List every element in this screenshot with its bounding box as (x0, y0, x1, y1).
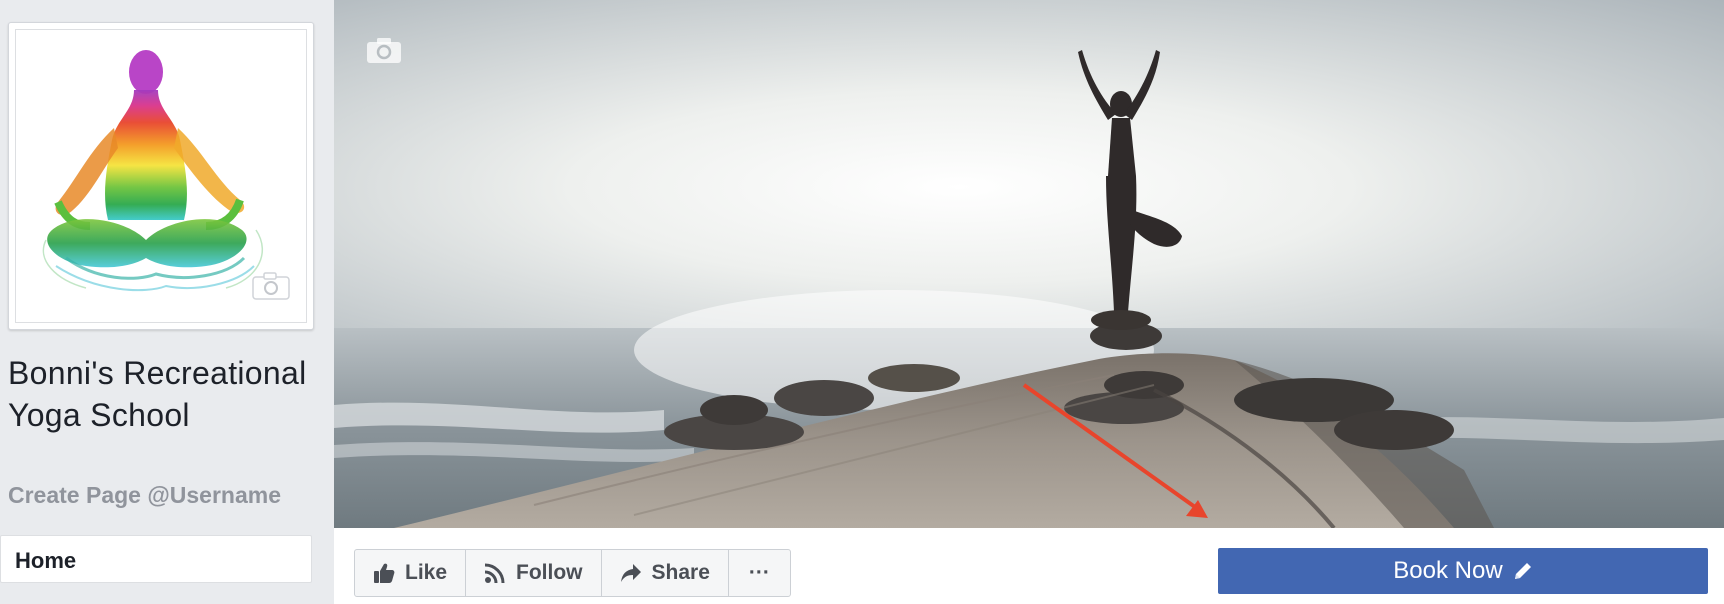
camera-icon[interactable] (366, 36, 402, 64)
pencil-icon[interactable] (1513, 561, 1533, 581)
book-now-button[interactable]: Book Now (1218, 548, 1708, 594)
more-options-button[interactable]: ··· (729, 550, 790, 596)
profile-picture-frame[interactable] (8, 22, 314, 330)
share-arrow-icon (620, 564, 641, 582)
share-button[interactable]: Share (602, 550, 729, 596)
sidebar-item-home[interactable]: Home (0, 535, 312, 583)
share-label: Share (651, 561, 710, 584)
create-username-link[interactable]: Create Page @Username (8, 482, 281, 509)
page-action-bar: Like Follow Share ··· Book Now (334, 528, 1724, 604)
sidebar-item-label: Home (15, 548, 77, 573)
thumbs-up-icon (374, 563, 395, 583)
follow-button[interactable]: Follow (466, 550, 602, 596)
page-title: Bonni's Recreational Yoga School (8, 355, 307, 433)
book-now-label: Book Now (1393, 557, 1503, 584)
like-label: Like (405, 561, 448, 584)
rss-icon (484, 563, 505, 584)
more-label: ··· (748, 561, 770, 584)
like-button[interactable]: Like (355, 550, 467, 596)
camera-icon[interactable] (252, 272, 290, 300)
profile-picture[interactable] (15, 29, 307, 323)
page-actions-group: Like Follow Share ··· (354, 549, 791, 597)
follow-label: Follow (516, 561, 583, 584)
cover-photo[interactable] (334, 0, 1724, 528)
facebook-page: Bonni's Recreational Yoga School Create … (0, 0, 1724, 604)
left-sidebar: Bonni's Recreational Yoga School Create … (0, 0, 334, 604)
cover-image (334, 0, 1724, 528)
